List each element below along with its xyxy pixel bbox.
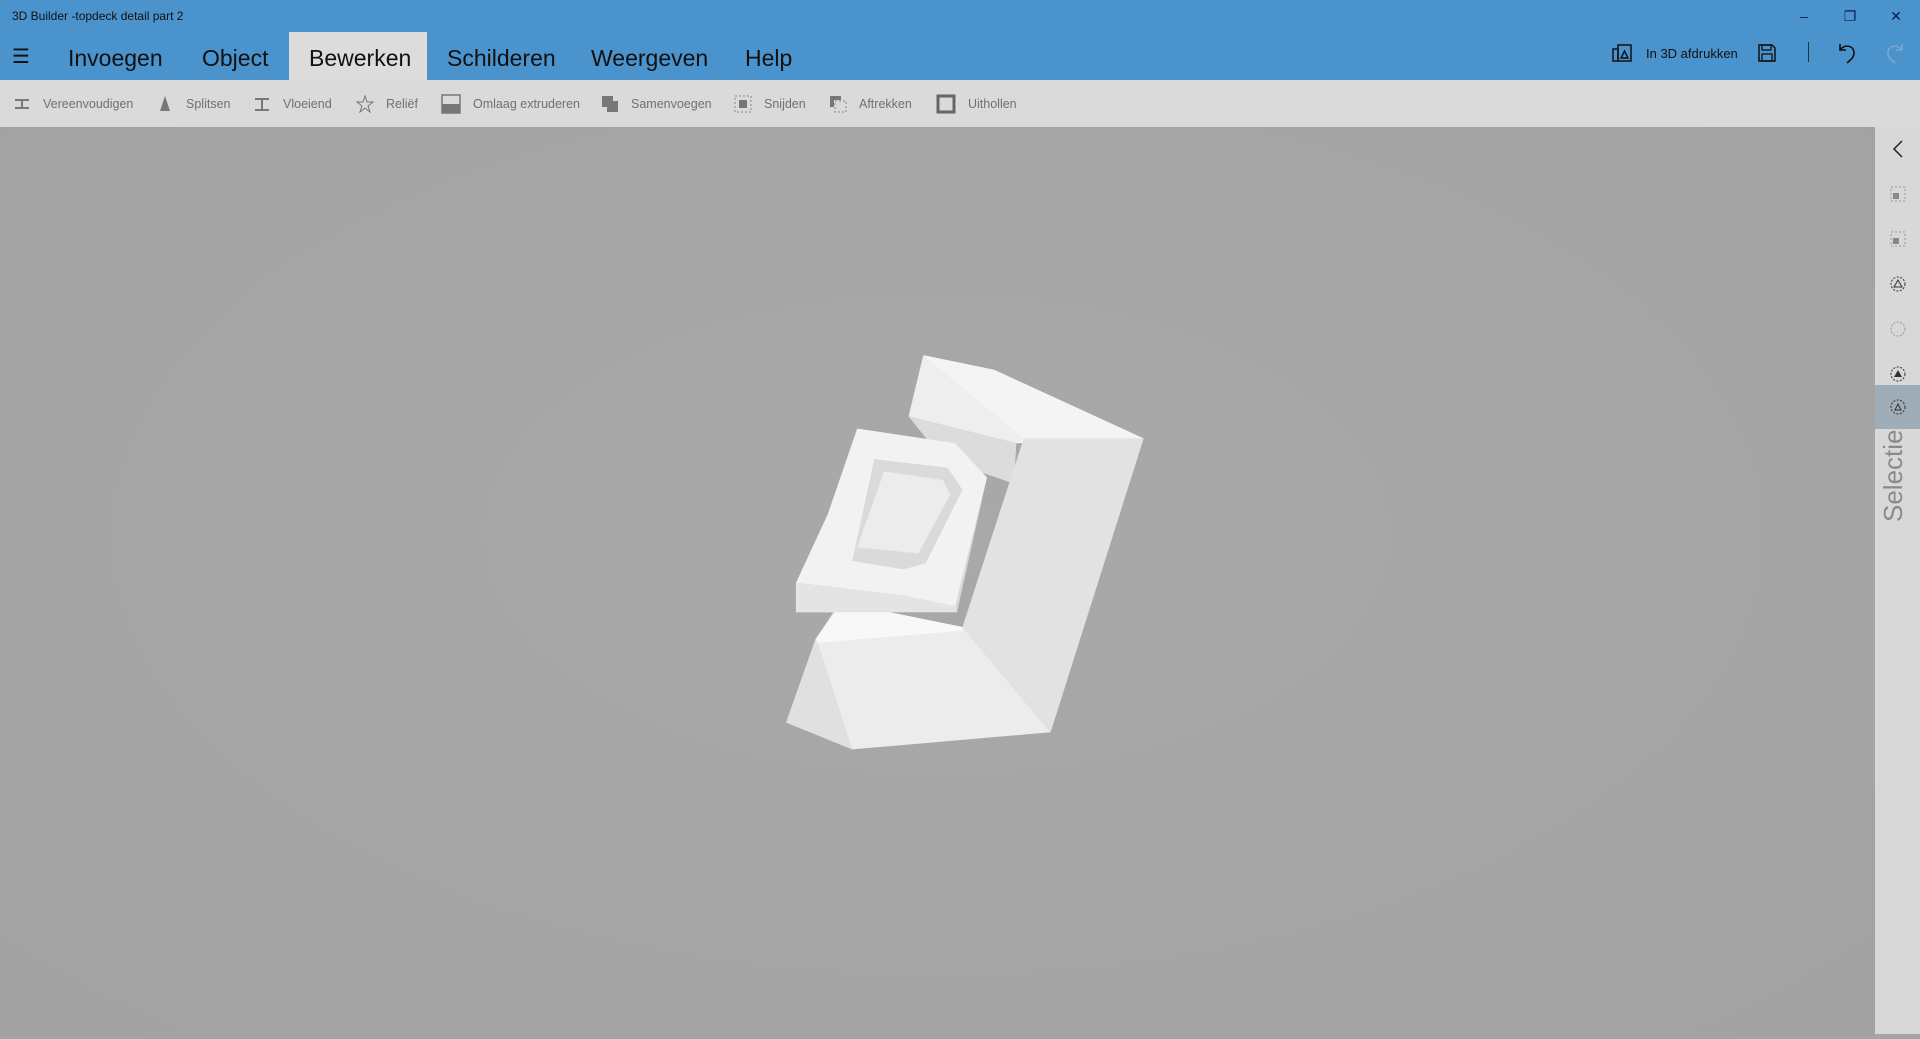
intersect-icon: [734, 95, 752, 113]
subtract-icon: [829, 95, 847, 113]
edit-toolbar: Vereenvoudigen Splitsen Vloeiend Reliëf …: [0, 80, 1920, 127]
tab-schilderen[interactable]: Schilderen: [427, 32, 576, 80]
tab-weergeven[interactable]: Weergeven: [571, 32, 728, 80]
split-button[interactable]: Splitsen: [156, 80, 230, 127]
deselect-objects-button[interactable]: [1875, 217, 1920, 261]
simplify-label: Vereenvoudigen: [43, 96, 134, 111]
collapse-panel-button[interactable]: [1875, 127, 1920, 171]
emboss-icon: [355, 93, 375, 113]
save-icon[interactable]: [1758, 44, 1776, 62]
tab-object[interactable]: Object: [182, 32, 288, 80]
merge-button[interactable]: Samenvoegen: [601, 80, 712, 127]
extrude-down-label: Omlaag extruderen: [473, 96, 581, 111]
redo-icon[interactable]: [1884, 42, 1904, 64]
hollow-icon: [936, 94, 956, 114]
split-label: Splitsen: [186, 96, 231, 111]
3d-viewport[interactable]: [0, 127, 1875, 1034]
smooth-icon: [253, 95, 271, 113]
select-mesh-button[interactable]: [1875, 262, 1920, 306]
undo-icon[interactable]: [1838, 42, 1858, 64]
hollow-label: Uithollen: [968, 96, 1017, 111]
simplify-button[interactable]: Vereenvoudigen: [13, 80, 133, 127]
subtract-label: Aftrekken: [859, 96, 912, 111]
intersect-button[interactable]: Snijden: [734, 80, 806, 127]
close-button[interactable]: ✕: [1876, 4, 1916, 28]
tab-help[interactable]: Help: [725, 32, 812, 80]
window-title: 3D Builder -topdeck detail part 2: [12, 9, 184, 23]
select-object-icon: [1890, 186, 1905, 202]
extrude-down-button[interactable]: Omlaag extruderen: [441, 80, 580, 127]
select-faces-icon: [1890, 366, 1905, 382]
hollow-button[interactable]: Uithollen: [936, 80, 1017, 127]
circle-dashed-icon: [1890, 321, 1905, 337]
intersect-label: Snijden: [764, 96, 806, 111]
hamburger-menu-icon[interactable]: ☰: [12, 44, 30, 69]
side-panel: [1875, 127, 1920, 1034]
select-mesh-icon: [1890, 276, 1905, 292]
emboss-label: Reliëf: [386, 96, 418, 111]
select-objects-button[interactable]: [1875, 172, 1920, 216]
merge-label: Samenvoegen: [631, 96, 712, 111]
select-triangle-icon: [1890, 399, 1905, 415]
select-none-button[interactable]: [1875, 307, 1920, 351]
print-3d-icon: [1612, 44, 1632, 62]
tab-invoegen[interactable]: Invoegen: [48, 32, 183, 80]
divider: [1808, 42, 1809, 62]
subtract-button[interactable]: Aftrekken: [829, 80, 912, 127]
simplify-icon: [13, 95, 31, 113]
extrude-down-icon: [441, 93, 461, 114]
3d-model[interactable]: [0, 127, 1875, 1034]
merge-icon: [601, 95, 619, 113]
split-icon: [156, 95, 174, 113]
title-bar: 3D Builder -topdeck detail part 2 – ❐ ✕ …: [0, 0, 1920, 80]
print-3d-label: In 3D afdrukken: [1646, 45, 1738, 61]
deselect-object-icon: [1890, 231, 1905, 247]
emboss-button[interactable]: Reliëf: [355, 80, 418, 127]
smooth-button[interactable]: Vloeiend: [253, 80, 332, 127]
smooth-label: Vloeiend: [283, 96, 332, 111]
tab-bewerken[interactable]: Bewerken: [289, 32, 427, 80]
chevron-left-icon: [1892, 140, 1903, 158]
print-3d-button[interactable]: In 3D afdrukken: [1612, 44, 1738, 62]
restore-button[interactable]: ❐: [1830, 4, 1870, 28]
minimize-button[interactable]: –: [1784, 4, 1824, 28]
select-triangle-button[interactable]: [1875, 385, 1920, 429]
panel-label-selectie: Selectie: [1878, 430, 1908, 523]
